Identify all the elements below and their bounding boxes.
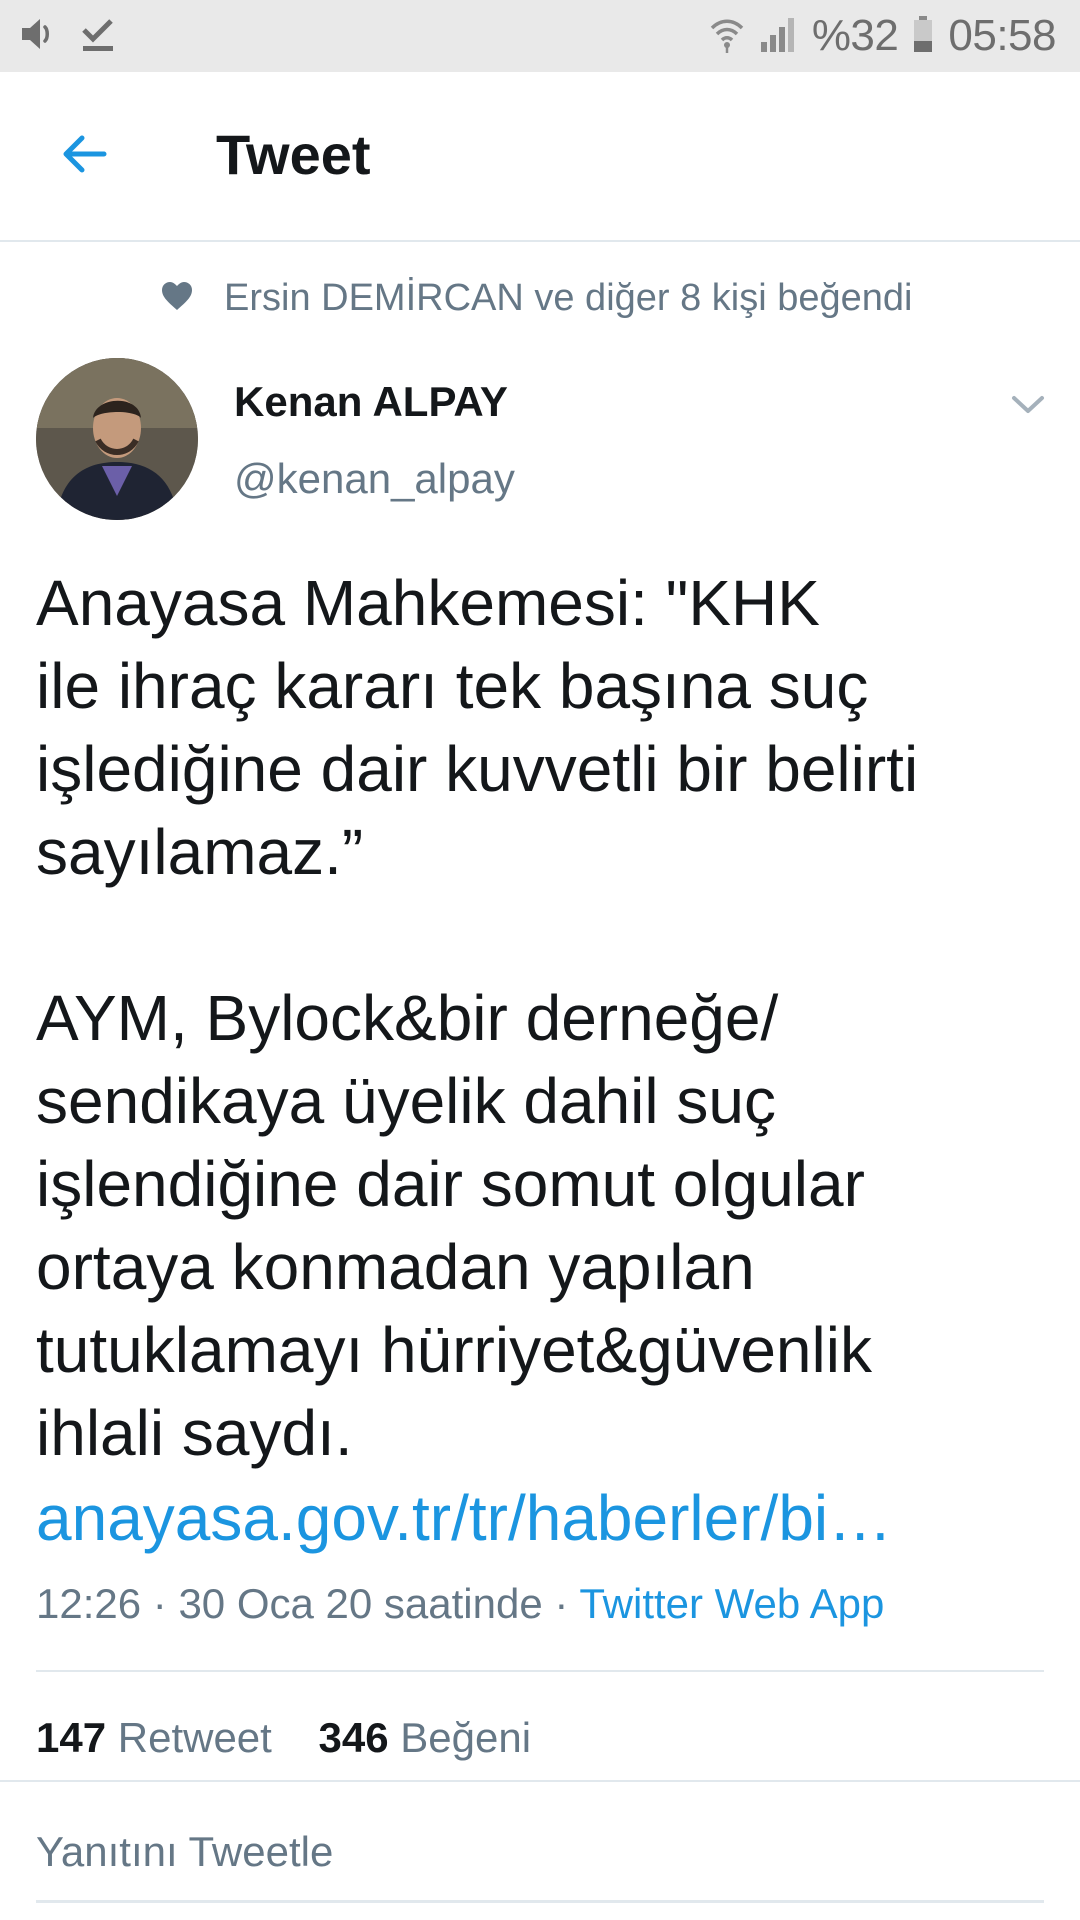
tweet-link[interactable]: anayasa.gov.tr/tr/haberler/bi… — [36, 1477, 892, 1560]
meta-separator: · — [152, 1580, 167, 1627]
app-bar: Tweet — [0, 72, 1080, 242]
arrow-left-icon — [58, 128, 110, 185]
signal-icon — [758, 14, 798, 59]
author-name[interactable]: Kenan ALPAY — [234, 378, 508, 426]
avatar[interactable] — [36, 358, 198, 520]
divider — [0, 1780, 1080, 1782]
clock: 05:58 — [948, 11, 1056, 60]
tweet-text: Anayasa Mahkemesi: "KHK ile ihraç kararı… — [36, 567, 919, 1469]
volume-icon — [18, 14, 58, 59]
tweet-meta: 12:26 · 30 Oca 20 saatinde · Twitter Web… — [36, 1580, 884, 1628]
divider — [36, 1670, 1044, 1672]
tweet-time: 12:26 — [36, 1580, 142, 1627]
likes-count: 346 — [318, 1714, 389, 1761]
social-context-text: Ersin DEMİRCAN ve diğer 8 kişi beğendi — [224, 276, 913, 319]
tweet-source-link[interactable]: Twitter Web App — [579, 1580, 884, 1627]
retweets-count: 147 — [36, 1714, 107, 1761]
social-context[interactable]: Ersin DEMİRCAN ve diğer 8 kişi beğendi — [160, 270, 913, 326]
meta-separator: · — [554, 1580, 569, 1627]
chevron-down-icon[interactable] — [1008, 384, 1048, 424]
wifi-icon — [710, 14, 744, 59]
tweet-stats: 147 Retweet 346 Beğeni — [36, 1714, 531, 1762]
reply-input[interactable]: Yanıtını Tweetle — [36, 1828, 333, 1876]
heart-icon — [160, 280, 194, 317]
status-bar: %32 05:58 — [0, 0, 1080, 72]
battery-percent: %32 — [811, 11, 899, 60]
battery-icon — [912, 14, 934, 59]
retweets-label: Retweet — [117, 1714, 272, 1761]
author-handle[interactable]: @kenan_alpay — [234, 455, 515, 503]
download-done-icon — [80, 14, 116, 59]
likes-label: Beğeni — [400, 1714, 532, 1761]
back-button[interactable] — [40, 112, 128, 200]
retweets-stat[interactable]: 147 Retweet — [36, 1714, 284, 1761]
page-title: Tweet — [216, 123, 371, 186]
tweet-date: 30 Oca 20 saatinde — [178, 1580, 543, 1627]
reply-input-underline — [36, 1900, 1044, 1903]
likes-stat[interactable]: 346 Beğeni — [319, 1714, 532, 1761]
